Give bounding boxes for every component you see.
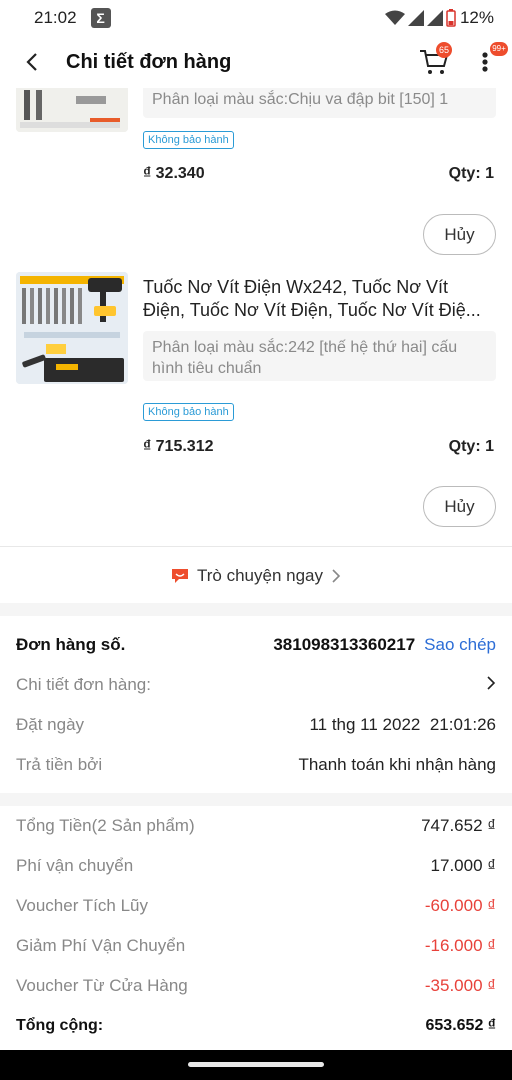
order-number: 381098313360217: [273, 635, 416, 654]
summary-row: Giảm Phí Vận Chuyển -16.000 ₫: [16, 934, 496, 958]
system-nav-bar: [0, 1050, 512, 1080]
total-value: 653.652 ₫: [425, 1017, 497, 1034]
summary-label: Giảm Phí Vận Chuyển: [16, 936, 186, 955]
product-variant: Phân loại màu sắc:Chịu va đập bit [150] …: [143, 84, 496, 118]
summary-value: 747.652 ₫: [421, 816, 496, 835]
chevron-right-icon: [332, 568, 341, 583]
section-gap: [0, 603, 512, 616]
order-detail-label: Chi tiết đơn hàng:: [16, 675, 151, 694]
cart-badge: 65: [436, 42, 453, 58]
cancel-button[interactable]: Hủy: [423, 214, 496, 255]
summary-row: Voucher Từ Cửa Hàng -35.000 ₫: [16, 974, 496, 998]
signal-icon: [426, 10, 443, 26]
page-title: Chi tiết đơn hàng: [66, 50, 232, 73]
summary-value: -35.000 ₫: [424, 976, 496, 995]
summary-label: Tổng Tiền(2 Sản phẩm): [16, 816, 195, 835]
chat-now-label: Trò chuyện ngay: [197, 565, 323, 585]
payment-row: Trả tiền bởi Thanh toán khi nhận hàng: [16, 753, 496, 777]
back-button[interactable]: [18, 48, 46, 76]
more-badge: 99+: [490, 42, 508, 56]
product-price: ₫ 32.340: [143, 165, 205, 182]
summary-label: Voucher Tích Lũy: [16, 896, 148, 915]
back-arrow-icon: [26, 53, 37, 71]
order-number-label: Đơn hàng số.: [16, 635, 126, 654]
signal-icon: [407, 10, 424, 26]
order-date-value: 11 thg 11 2022 21:01:26: [309, 715, 496, 734]
chevron-right-icon: [486, 675, 496, 695]
product-qty: Qty: 1: [448, 165, 494, 182]
order-number-row: Đơn hàng số. 381098313360217 Sao chép: [16, 633, 496, 657]
payment-value: Thanh toán khi nhận hàng: [298, 755, 496, 774]
product-variant: Phân loại màu sắc:242 [thế hệ thứ hai] c…: [143, 331, 496, 381]
warranty-badge: Không bảo hành: [143, 403, 234, 421]
copy-button[interactable]: Sao chép: [424, 635, 496, 655]
summary-label: Phí vận chuyển: [16, 856, 134, 875]
total-row: Tổng cộng: 653.652 ₫: [16, 1014, 496, 1038]
sigma-icon: Σ: [90, 8, 111, 28]
home-gesture-handle[interactable]: [188, 1062, 324, 1067]
total-label: Tổng cộng:: [16, 1017, 104, 1034]
cancel-button[interactable]: Hủy: [423, 486, 496, 527]
product-thumbnail[interactable]: [16, 272, 128, 384]
order-date-row: Đặt ngày 11 thg 11 2022 21:01:26: [16, 713, 496, 737]
summary-row: Voucher Tích Lũy -60.000 ₫: [16, 894, 496, 918]
summary-row: Tổng Tiền(2 Sản phẩm) 747.652 ₫: [16, 814, 496, 838]
summary-value: -60.000 ₫: [424, 896, 496, 915]
order-date-label: Đặt ngày: [16, 715, 85, 734]
chat-bubble-icon: [172, 568, 188, 583]
wifi-icon: [384, 10, 405, 25]
battery-percent: 12%: [459, 8, 494, 27]
status-bar: 21:02 Σ 12%: [0, 0, 512, 36]
chat-now-button[interactable]: Trò chuyện ngay: [0, 548, 512, 603]
status-right: 12%: [384, 8, 494, 28]
order-detail-row[interactable]: Chi tiết đơn hàng:: [16, 673, 496, 697]
product-price: ₫ 715.312: [143, 438, 214, 455]
divider: [0, 546, 512, 547]
warranty-badge: Không bảo hành: [143, 131, 234, 149]
summary-row: Phí vận chuyển 17.000 ₫: [16, 854, 496, 878]
app-bar: Chi tiết đơn hàng 65 99+: [0, 36, 512, 88]
summary-label: Voucher Từ Cửa Hàng: [16, 976, 188, 995]
section-gap: [0, 793, 512, 806]
battery-icon: [446, 9, 456, 27]
product-name[interactable]: Tuốc Nơ Vít Điện Wx242, Tuốc Nơ Vít Điện…: [143, 276, 493, 322]
payment-label: Trả tiền bởi: [16, 755, 103, 774]
status-time: 21:02: [34, 8, 77, 27]
product-qty: Qty: 1: [448, 438, 494, 455]
summary-value: 17.000 ₫: [430, 856, 496, 875]
summary-value: -16.000 ₫: [424, 936, 496, 955]
